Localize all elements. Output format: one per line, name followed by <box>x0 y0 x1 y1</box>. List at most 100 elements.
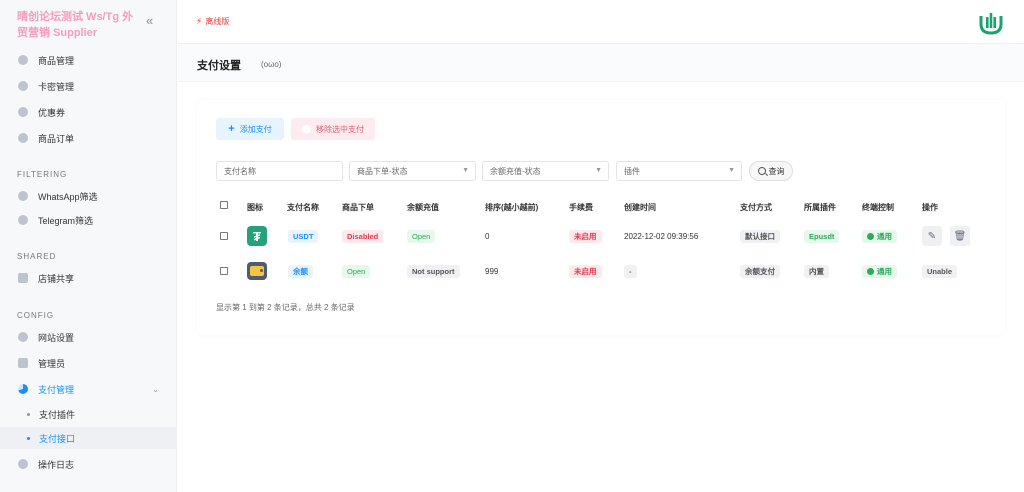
select-all-checkbox[interactable] <box>220 201 228 211</box>
app-root: 晴创论坛测试 Ws/Tg 外贸营销 Supplier « 商品管理 卡密管理 优… <box>0 0 1024 492</box>
top-bar: ⚡ 离线版 <box>178 0 1024 44</box>
row-checkbox[interactable] <box>220 226 228 246</box>
chevron-down-icon: ▼ <box>462 167 469 174</box>
created-time: 2022-12-02 09:39:56 <box>624 231 699 241</box>
plug-icon: ⚡ <box>196 16 203 26</box>
page-header: 支付设置 (oωo) <box>178 44 1024 82</box>
sidebar-item-label: Telegram筛选 <box>38 215 94 226</box>
fee-tag: 未启用 <box>569 264 602 278</box>
sidebar-item-label: 店铺共享 <box>38 273 75 284</box>
offline-label: 离线版 <box>205 17 230 26</box>
sidebar-item-shop-share[interactable]: 店铺共享 <box>0 266 177 290</box>
terminal-label: 通用 <box>877 231 892 241</box>
recharge-status-select[interactable]: 余额充值-状态 ▼ <box>482 161 609 181</box>
order-status-value: 商品下单-状态 <box>357 166 408 176</box>
sidebar: 晴创论坛测试 Ws/Tg 外贸营销 Supplier « 商品管理 卡密管理 优… <box>0 0 177 492</box>
sidebar-item-payment[interactable]: 支付管理 ⌄ <box>0 377 177 401</box>
method-tag: 默认接口 <box>740 229 780 243</box>
sidebar-item-coupons[interactable]: 优惠券 <box>0 100 177 124</box>
edit-icon: ✎ <box>927 230 937 242</box>
header-fee: 手续费 <box>569 203 593 212</box>
sidebar-sub-payment-plugins[interactable]: 支付插件 <box>0 403 177 425</box>
send-icon <box>18 191 28 201</box>
header-created: 创建时间 <box>624 203 656 212</box>
order-status-tag: Open <box>342 264 371 278</box>
cross-tools-icon <box>18 273 28 283</box>
sidebar-item-site-settings[interactable]: 网站设置 <box>0 325 177 349</box>
sidebar-sub-label: 支付插件 <box>39 409 76 420</box>
sidebar-item-label: 优惠券 <box>38 107 66 118</box>
payment-name-tag: USDT <box>288 229 319 243</box>
header-name: 支付名称 <box>287 203 319 212</box>
header-method: 支付方式 <box>740 203 772 212</box>
chevron-down-icon: ⌄ <box>152 384 159 394</box>
header-terminal: 终端控制 <box>862 203 894 212</box>
plus-icon: + <box>228 123 235 135</box>
action-unable-tag: Unable <box>922 264 958 278</box>
payment-name-input[interactable]: 支付名称 <box>216 161 343 181</box>
search-icon <box>757 167 766 175</box>
wallet-icon <box>247 262 267 280</box>
delete-button[interactable]: 🗑 <box>950 226 970 246</box>
sidebar-item-label: 操作日志 <box>38 459 75 470</box>
bullet-icon <box>27 436 30 440</box>
plugin-select[interactable]: 插件 ▼ <box>616 161 742 181</box>
pagination-summary: 显示第 1 到第 2 条记录，总共 2 条记录 <box>216 303 355 312</box>
method-tag: 余额支付 <box>740 264 780 278</box>
order-status-select[interactable]: 商品下单-状态 ▼ <box>349 161 476 181</box>
row-checkbox[interactable] <box>220 261 228 281</box>
double-chevron-left-icon[interactable]: « <box>146 14 153 28</box>
search-label: 查询 <box>768 166 785 176</box>
plugin-tag: 内置 <box>804 264 829 278</box>
terminal-tag: 通用 <box>862 264 897 278</box>
remove-selected-label: 移除选中支付 <box>316 124 364 134</box>
plugin-value: 插件 <box>624 166 640 176</box>
globe-icon <box>867 267 874 275</box>
section-filtering: FILTERING <box>17 170 68 179</box>
tether-icon: ₮ <box>247 226 267 246</box>
sidebar-item-telegram[interactable]: Telegram筛选 <box>0 208 177 232</box>
sidebar-item-products[interactable]: 商品管理 <box>0 48 177 72</box>
search-button[interactable]: 查询 <box>749 161 793 181</box>
remove-selected-button[interactable]: 移除选中支付 <box>291 118 375 140</box>
terminal-tag: 通用 <box>862 229 897 243</box>
terminal-label: 通用 <box>877 266 892 276</box>
pie-icon <box>18 384 28 394</box>
section-config: CONFIG <box>17 311 55 320</box>
globe-icon <box>867 232 874 240</box>
order-status-tag: Disabled <box>342 229 384 243</box>
sidebar-item-admins[interactable]: 管理员 <box>0 351 177 375</box>
header-order: 商品下单 <box>342 203 374 212</box>
brand-title: 晴创论坛测试 Ws/Tg 外贸营销 Supplier <box>17 11 134 39</box>
page-title: 支付设置 <box>197 60 241 72</box>
table-row-actions-delete: 🗑 <box>950 225 970 247</box>
log-icon <box>18 459 28 469</box>
header-actions: 操作 <box>922 203 938 212</box>
recharge-status-tag: Not support <box>407 264 460 278</box>
offline-badge: ⚡ 离线版 <box>196 16 229 27</box>
add-payment-button[interactable]: + 添加支付 <box>216 118 284 140</box>
plugin-tag: Epusdt <box>804 229 840 243</box>
header-icon: 图标 <box>247 203 263 212</box>
box-icon <box>18 55 28 65</box>
table-row-actions: ✎ <box>922 225 942 247</box>
brand-logo-icon[interactable] <box>978 10 1004 36</box>
sidebar-item-cards[interactable]: 卡密管理 <box>0 74 177 98</box>
created-time: - <box>624 264 637 278</box>
sidebar-item-label: 商品管理 <box>38 55 75 66</box>
sidebar-item-label: 管理员 <box>38 358 66 369</box>
sidebar-item-logs[interactable]: 操作日志 <box>0 452 177 476</box>
order-icon <box>18 133 28 143</box>
bullet-icon <box>27 412 30 416</box>
payment-name-placeholder: 支付名称 <box>224 166 256 176</box>
sidebar-item-orders[interactable]: 商品订单 <box>0 126 177 150</box>
sidebar-item-whatsapp[interactable]: WhatsApp筛选 <box>0 184 177 208</box>
users-icon <box>18 358 28 368</box>
payment-name-tag: 余额 <box>288 264 313 278</box>
edit-button[interactable]: ✎ <box>922 226 942 246</box>
sort-value: 999 <box>485 266 499 276</box>
recharge-status-tag: Open <box>407 229 436 243</box>
page-title-emoticon: (oωo) <box>261 60 282 69</box>
sidebar-sub-payment-interfaces[interactable]: 支付接口 <box>0 427 177 449</box>
remove-icon <box>302 124 311 134</box>
